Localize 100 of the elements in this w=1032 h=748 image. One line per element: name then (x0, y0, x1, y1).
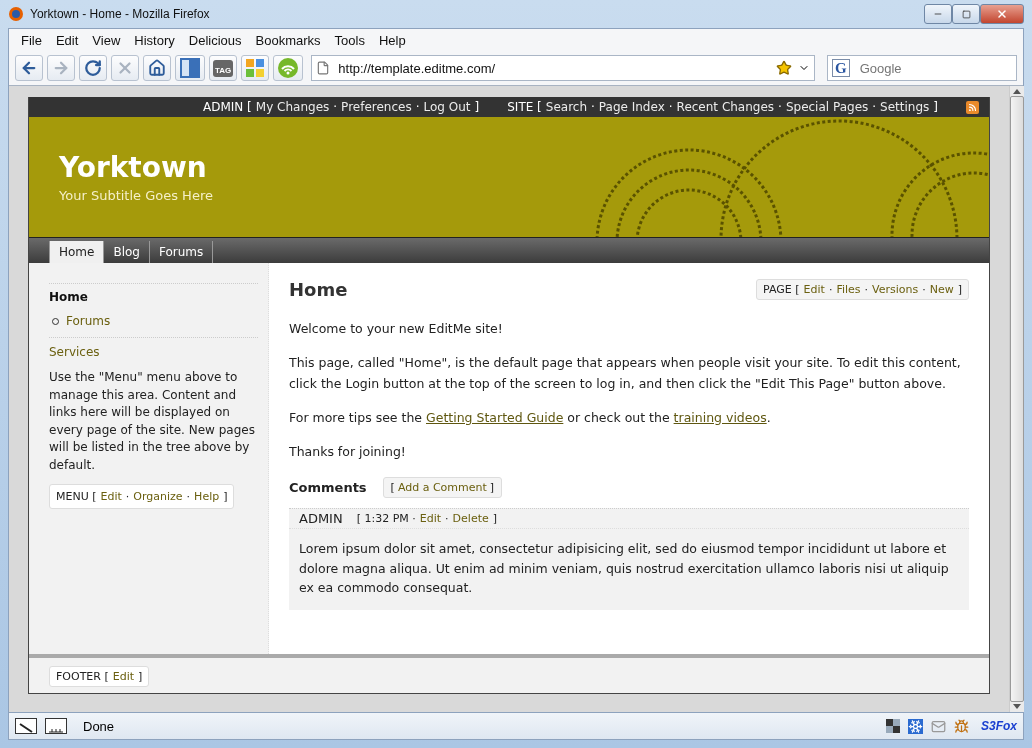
text-link[interactable]: Files (836, 283, 861, 296)
back-icon (20, 59, 38, 77)
bar-text: ] (957, 283, 962, 296)
text-link[interactable]: Edit (112, 670, 135, 683)
text-link[interactable]: Special Pages (785, 100, 869, 114)
text-link[interactable]: Edit (100, 488, 122, 505)
bar-text: · (591, 100, 595, 114)
tiles-button[interactable] (241, 55, 270, 81)
maximize-button[interactable] (952, 4, 980, 24)
menu-item[interactable]: Tools (328, 32, 371, 48)
signal-button[interactable] (273, 55, 304, 81)
bar-text: · (668, 100, 673, 114)
text-link[interactable]: training videos (673, 410, 767, 425)
tiles-icon (245, 58, 266, 78)
paragraph: For more tips see the Getting Started Guide or check out the training videos. (289, 409, 772, 427)
menu-item[interactable]: Bookmarks (249, 32, 327, 48)
maximize-icon (961, 9, 971, 19)
home-button[interactable] (143, 55, 171, 81)
address-bar[interactable]: http://template.editme.com/ (311, 55, 815, 81)
text-link[interactable]: New (929, 283, 954, 296)
site-title: Yorktown (59, 151, 208, 184)
reload-button[interactable] (79, 55, 107, 81)
pen-icon (15, 718, 37, 734)
bar-text: SITE [ (507, 100, 542, 114)
comment-author: ADMIN (299, 511, 343, 526)
bar-text: ] (223, 489, 228, 505)
text-link[interactable]: Recent Changes (676, 100, 775, 114)
add-comment-button[interactable]: [ Add a Comment ] (382, 477, 503, 498)
firefox-icon (8, 6, 24, 22)
bar-text: ] (138, 670, 143, 683)
panel-icon (179, 57, 201, 79)
text-link[interactable]: Settings (880, 100, 930, 114)
window-title: Yorktown - Home - Mozilla Firefox (30, 7, 211, 21)
text-link[interactable]: Help (194, 488, 220, 505)
tree-item[interactable]: Home (49, 289, 258, 306)
down-arrow-icon[interactable] (1013, 704, 1021, 710)
bar-text: [ 1:32 PM · (356, 512, 416, 525)
menu-item[interactable]: Edit (49, 32, 85, 48)
text-link[interactable]: Search (545, 100, 588, 114)
comment-text: Lorem ipsum dolor sit amet, consectetur adipisicing elit, sed do eiusmod tempor incididunt ut labore et dolore magna aliqua. Ut enim ad minim veniam, quis nostrud exercitation ullamco laboris nisi ut aliquip ex ea commodo consequat. (298, 540, 950, 597)
paragraph: This page, called "Home", is the default page that appears when people visit your site. To edit this content, click the Login button at the top of the screen to log in, and then click the "Edit This Page" button above. (289, 354, 962, 393)
bar-text: ] (474, 100, 480, 114)
menu-item[interactable]: Delicious (182, 32, 248, 48)
menu-item[interactable]: View (86, 32, 127, 48)
text-link[interactable]: Log Out (423, 100, 471, 114)
bar-text: · (828, 283, 833, 296)
text-link[interactable]: My Changes (255, 100, 330, 114)
status-text: Done (83, 718, 116, 734)
search-box[interactable]: G Google (827, 55, 1017, 81)
bar-text: · (415, 100, 420, 114)
bar-text: [ (390, 481, 395, 494)
bar-text: · (922, 283, 926, 296)
text-link[interactable]: Edit (419, 512, 442, 525)
bar-text: ] (933, 100, 938, 114)
menu-item[interactable]: File (15, 32, 48, 48)
bar-text: · (778, 100, 782, 114)
back-button[interactable] (15, 55, 43, 81)
tree-item[interactable]: Forums (66, 313, 111, 330)
bar-text: ] (489, 481, 495, 494)
site-subtitle: Your Subtitle Goes Here (59, 188, 214, 203)
close-button[interactable] (980, 4, 1024, 24)
text-link[interactable]: Organize (133, 488, 183, 505)
mail-icon (931, 718, 946, 734)
minimize-button[interactable] (924, 4, 952, 24)
bar-text: ] (492, 512, 498, 525)
menu-item[interactable]: Help (372, 32, 412, 48)
text-link[interactable]: Preferences (341, 100, 412, 114)
address-field[interactable]: http://template.editme.com/ (336, 59, 770, 77)
forward-icon (52, 59, 70, 77)
scrollbar[interactable] (1009, 86, 1024, 712)
menu-item[interactable]: History (128, 32, 181, 48)
bar-text: · (125, 489, 130, 505)
bar-text: FOOTER [ (56, 670, 109, 683)
up-arrow-icon[interactable] (1013, 88, 1021, 94)
sidebar-heading: Services (49, 344, 101, 361)
text-link[interactable]: Edit (803, 283, 825, 296)
search-engine-button[interactable]: G (832, 59, 850, 77)
squares-icon (886, 719, 900, 733)
ruler-icon (45, 718, 67, 734)
bar-text: · (864, 283, 868, 296)
signal-icon (277, 57, 300, 79)
snowflake-icon (908, 718, 923, 734)
text-link[interactable]: Getting Started Guide (426, 410, 564, 425)
text-link[interactable]: Delete (452, 512, 489, 525)
text-link[interactable]: Versions (872, 283, 919, 296)
bar-text: MENU [ (56, 489, 97, 505)
sidebar-text: Use the "Menu" menu above to manage this area. Content and links here will be displayed on every page of the site. New pages will be listed in the tree above by default. (49, 369, 256, 474)
nav-tab[interactable]: Home (49, 241, 105, 263)
text-link[interactable]: Page Index (598, 100, 665, 114)
star-icon (776, 60, 792, 76)
text-link[interactable]: Add a Comment (397, 481, 487, 494)
extension-logo[interactable]: S3Fox (981, 719, 1017, 733)
rss-icon (966, 100, 979, 114)
comments-heading: Comments (289, 480, 367, 495)
bar-text: · (186, 489, 191, 505)
stop-icon (116, 59, 134, 77)
bookmark-button[interactable] (175, 55, 205, 81)
bug-icon (954, 718, 969, 734)
paragraph: Thanks for joining! (289, 443, 407, 461)
paragraph: Welcome to your new EditMe site! (289, 320, 504, 338)
